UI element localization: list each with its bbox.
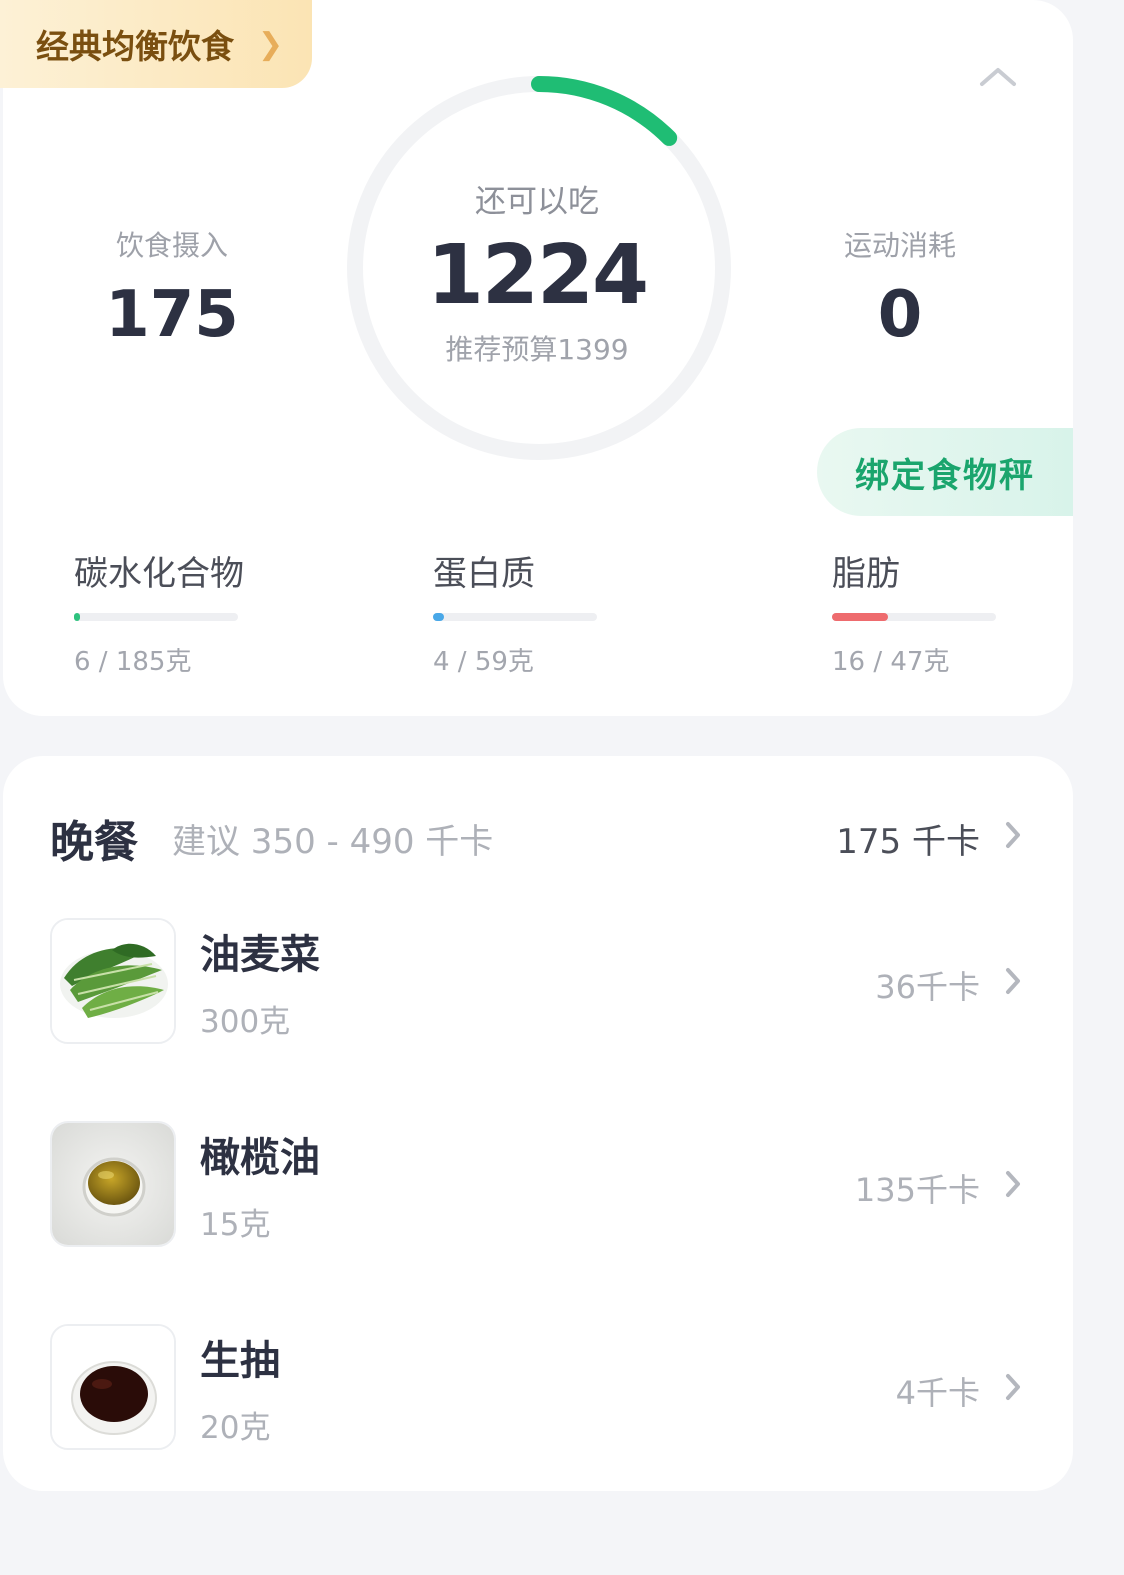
recommended-budget: 推荐预算1399 [445,333,629,366]
diet-plan-tag[interactable]: 经典均衡饮食 ❯ [0,0,312,88]
food-quantity: 15克 [200,1207,271,1243]
macro-amount: 16 / 47克 [832,647,950,677]
exercise-value: 0 [877,278,923,352]
remaining-calories: 1224 [426,228,649,323]
macro-fat: 脂肪 16 / 47克 [832,546,1072,678]
macro-amount: 4 / 59克 [433,647,534,677]
chevron-right-icon [1006,968,1020,994]
soy-sauce-photo [52,1326,174,1448]
macro-progress-fill [832,613,888,621]
macro-name: 脂肪 [832,554,900,594]
intake-stat: 饮食摄入 175 [52,224,292,352]
meal-suggestion: 建议 350 - 490 千卡 [172,822,494,862]
food-quantity: 20克 [200,1410,271,1446]
macro-protein: 蛋白质 4 / 59克 [433,546,673,678]
chevron-up-icon[interactable] [978,62,1018,90]
bind-food-scale-button[interactable]: 绑定食物秤 [817,428,1073,516]
chevron-right-icon [1006,1171,1020,1197]
food-calories: 135千卡 [854,1171,980,1209]
chevron-right-icon [1006,822,1020,848]
exercise-label: 运动消耗 [843,229,956,262]
food-thumbnail [50,1324,176,1450]
food-item[interactable]: 生抽 20克 4千卡 [50,1324,1030,1450]
chevron-right-icon [1006,1374,1020,1400]
meal-header[interactable]: 晚餐 建议 350 - 490 千卡 175 千卡 [50,806,1030,868]
macro-progress-bar [74,613,238,621]
macro-name: 蛋白质 [433,554,535,594]
food-name: 橄榄油 [200,1135,320,1181]
food-item[interactable]: 油麦菜 300克 36千卡 [50,918,1030,1044]
macro-progress-bar [433,613,597,621]
food-thumbnail [50,1121,176,1247]
macro-carbohydrate: 碳水化合物 6 / 185克 [74,546,314,678]
exercise-stat: 运动消耗 0 [780,224,1020,352]
remaining-label: 还可以吃 [475,184,599,220]
food-thumbnail [50,918,176,1044]
diet-plan-label: 经典均衡饮食 [36,27,234,66]
intake-label: 饮食摄入 [115,229,228,262]
macro-progress-fill [433,613,445,621]
food-item[interactable]: 橄榄油 15克 135千卡 [50,1121,1030,1247]
food-calories: 36千卡 [875,968,980,1006]
macro-progress-fill [74,613,80,621]
macro-amount: 6 / 185克 [74,647,192,677]
intake-value: 175 [105,278,239,352]
meal-title: 晚餐 [50,817,138,868]
chevron-right-icon: ❯ [258,26,284,62]
food-calories: 4千卡 [895,1374,980,1412]
meal-total-calories: 175 千卡 [836,822,980,862]
food-name: 生抽 [200,1338,280,1384]
food-name: 油麦菜 [200,932,320,978]
food-quantity: 300克 [200,1004,291,1040]
macro-progress-bar [832,613,996,621]
lettuce-photo [52,920,174,1042]
macro-name: 碳水化合物 [74,554,244,594]
olive-oil-photo [52,1123,174,1245]
